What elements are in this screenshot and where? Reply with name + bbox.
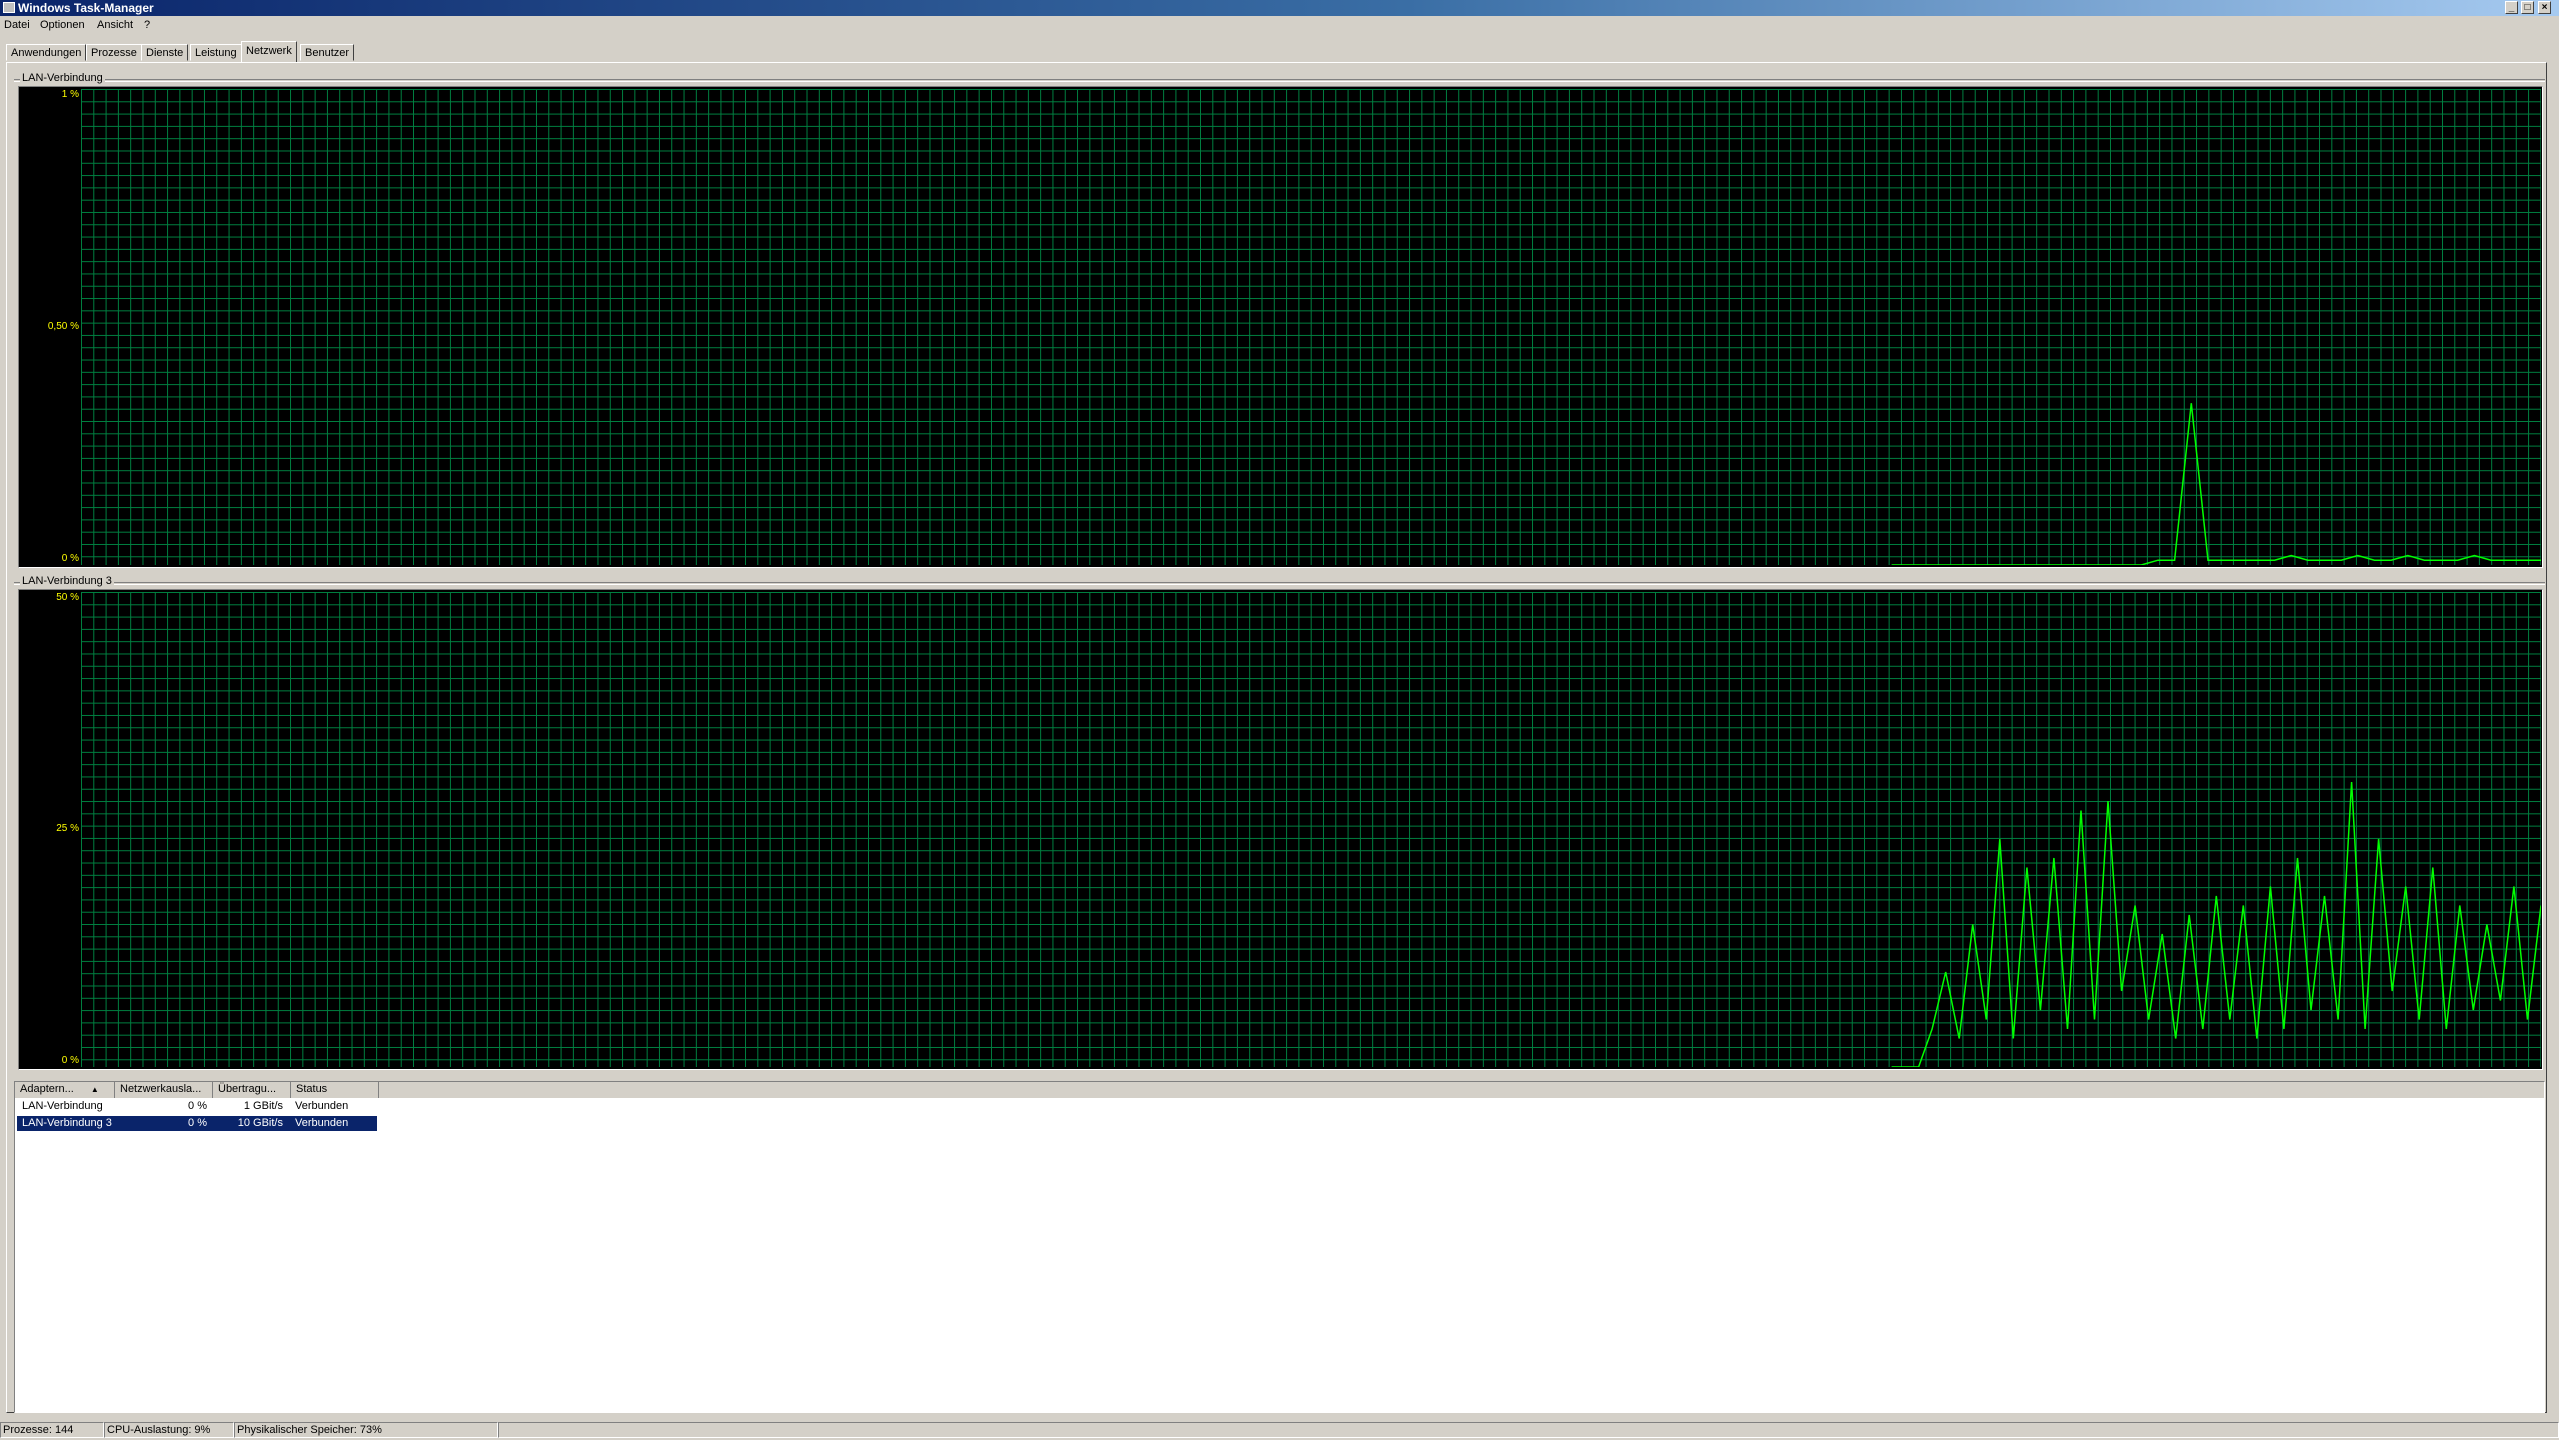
column-header-status[interactable]: Status <box>291 1082 379 1098</box>
series-line <box>1891 781 2541 1067</box>
menu-bar: Datei Optionen Ansicht ? <box>0 16 2559 34</box>
status-cpu: CPU-Auslastung: 9% <box>104 1422 234 1438</box>
tab-benutzer[interactable]: Benutzer <box>300 44 355 61</box>
tab-netzwerk[interactable]: Netzwerk <box>241 41 297 62</box>
group-divider <box>14 582 2545 585</box>
minimize-icon[interactable]: _ <box>2505 1 2518 14</box>
lan-graph: 1 % 0,50 % 0 % <box>18 86 2543 568</box>
adapter-status: Verbunden <box>295 1117 349 1129</box>
column-header-usage[interactable]: Netzwerkausla... <box>115 1082 213 1098</box>
adapter-usage: 0 % <box>188 1117 207 1129</box>
list-header: Adaptern... ▲ Netzwerkausla... Übertragu… <box>15 1082 2544 1098</box>
tab-leistung[interactable]: Leistung <box>190 44 242 61</box>
group-divider <box>14 79 2545 82</box>
adapter-speed: 10 GBit/s <box>237 1117 283 1129</box>
adapter-name: LAN-Verbindung 3 <box>22 1117 112 1129</box>
scale-bottom-label: 0 % <box>61 553 79 564</box>
column-header-adapter[interactable]: Adaptern... ▲ <box>15 1082 115 1098</box>
series-line <box>1891 403 2541 565</box>
maximize-icon[interactable]: □ <box>2521 1 2534 14</box>
status-memory: Physikalischer Speicher: 73% <box>234 1422 498 1438</box>
close-icon[interactable]: × <box>2538 1 2551 14</box>
adapter-name: LAN-Verbindung <box>22 1100 103 1112</box>
scale-top-label: 50 % <box>56 592 79 603</box>
scale-mid-label: 25 % <box>56 823 79 834</box>
graph-title-lan: LAN-Verbindung <box>20 72 105 84</box>
adapter-usage: 0 % <box>188 1100 207 1112</box>
tab-dienste[interactable]: Dienste <box>141 44 189 61</box>
table-row[interactable]: LAN-Verbindung 0 % 1 GBit/s Verbunden <box>17 1099 377 1114</box>
table-row-selected[interactable]: LAN-Verbindung 3 0 % 10 GBit/s Verbunden <box>17 1116 377 1131</box>
title-bar[interactable]: Windows Task-Manager _ □ × <box>0 0 2559 16</box>
lan3-graph: 50 % 25 % 0 % <box>18 589 2543 1070</box>
tab-anwendungen[interactable]: Anwendungen <box>6 44 87 61</box>
adapter-speed: 1 GBit/s <box>243 1100 283 1112</box>
lan-plot-area <box>81 89 2541 565</box>
tab-prozesse[interactable]: Prozesse <box>86 44 142 61</box>
scale-top-label: 1 % <box>61 89 79 100</box>
status-bar: Prozesse: 144 CPU-Auslastung: 9% Physika… <box>0 1420 2559 1440</box>
task-manager-app-icon <box>3 2 15 13</box>
column-header-speed[interactable]: Übertragu... <box>213 1082 291 1098</box>
adapter-list[interactable]: Adaptern... ▲ Netzwerkausla... Übertragu… <box>14 1081 2545 1413</box>
lan-trace-svg <box>1891 403 2541 565</box>
status-processes: Prozesse: 144 <box>0 1422 104 1438</box>
window-title: Windows Task-Manager <box>18 1 154 15</box>
sort-ascending-icon: ▲ <box>90 1085 99 1094</box>
scale-bottom-label: 0 % <box>61 1055 79 1066</box>
adapter-status: Verbunden <box>295 1100 349 1112</box>
lan3-plot-area <box>81 592 2541 1067</box>
menu-optionen[interactable]: Optionen <box>40 19 85 31</box>
menu-datei[interactable]: Datei <box>4 19 30 31</box>
menu-help[interactable]: ? <box>144 19 150 31</box>
lan3-trace-svg <box>1891 781 2541 1067</box>
menu-ansicht[interactable]: Ansicht <box>97 19 133 31</box>
graph-title-lan3: LAN-Verbindung 3 <box>20 575 114 587</box>
scale-mid-label: 0,50 % <box>47 321 79 332</box>
status-empty <box>498 1422 2559 1438</box>
tab-strip: Anwendungen Prozesse Dienste Leistung Ne… <box>0 41 600 63</box>
